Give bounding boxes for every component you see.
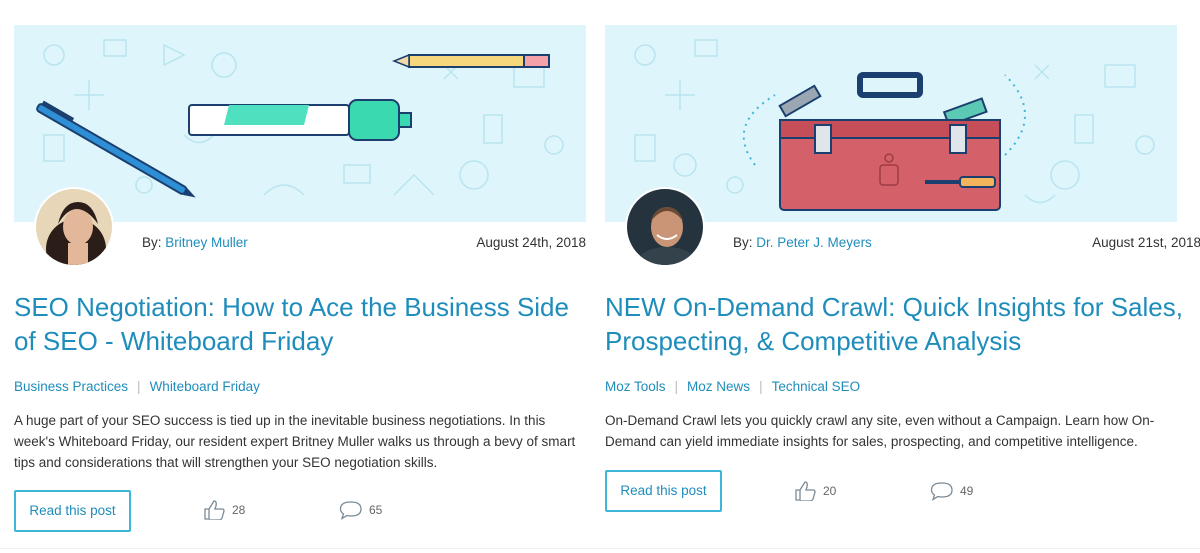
author-link[interactable]: Britney Muller [165,235,248,250]
speech-bubble-icon [930,482,953,501]
avatar-photo [36,189,112,265]
tag-link[interactable]: Business Practices [14,379,128,394]
speech-bubble-icon [339,501,362,520]
post-title-link[interactable]: SEO Negotiation: How to Ace the Business… [14,290,594,358]
author-avatar[interactable] [625,187,705,267]
tag-link[interactable]: Whiteboard Friday [150,379,260,394]
byline-prefix: By: [733,235,753,250]
likes-count[interactable]: 20 [795,481,836,501]
author-avatar[interactable] [34,187,114,267]
tag-list: Business Practices | Whiteboard Friday [14,379,260,394]
comments-count[interactable]: 49 [930,481,973,501]
tag-separator: | [137,379,141,394]
post-description: On-Demand Crawl lets you quickly crawl a… [605,413,1155,449]
post-description: A huge part of your SEO success is tied … [14,413,576,470]
likes-value: 28 [232,503,246,517]
tag-separator: | [759,379,763,394]
post-card: By: Dr. Peter J. Meyers August 21st, 201… [605,0,1200,553]
likes-count[interactable]: 28 [204,500,245,520]
tag-link[interactable]: Technical SEO [772,379,861,394]
byline: By: Dr. Peter J. Meyers [733,235,872,250]
read-post-button[interactable]: Read this post [605,470,722,512]
tag-separator: | [674,379,679,394]
byline-prefix: By: [142,235,162,250]
likes-value: 20 [823,484,837,498]
post-card: By: Britney Muller August 24th, 2018 SEO… [14,0,586,553]
post-hero-image[interactable] [14,25,586,222]
comments-value: 65 [369,503,383,517]
comments-value: 49 [960,484,974,498]
tag-list: Moz Tools | Moz News | Technical SEO [605,379,860,394]
tag-link[interactable]: Moz Tools [605,379,666,394]
tag-link[interactable]: Moz News [687,379,750,394]
post-date: August 21st, 2018 [1092,235,1200,250]
author-link[interactable]: Dr. Peter J. Meyers [756,235,872,250]
divider [0,548,1200,549]
thumbs-up-icon [204,500,225,520]
byline: By: Britney Muller [142,235,248,250]
whiteboard-illustration [36,39,564,198]
post-date: August 24th, 2018 [476,235,586,250]
avatar-photo [627,189,703,265]
read-post-button[interactable]: Read this post [14,490,131,532]
comments-count[interactable]: 65 [339,500,382,520]
thumbs-up-icon [795,481,816,501]
post-title-link[interactable]: NEW On-Demand Crawl: Quick Insights for … [605,290,1185,358]
post-hero-image[interactable] [605,25,1177,222]
toolbox-illustration [634,39,1155,211]
